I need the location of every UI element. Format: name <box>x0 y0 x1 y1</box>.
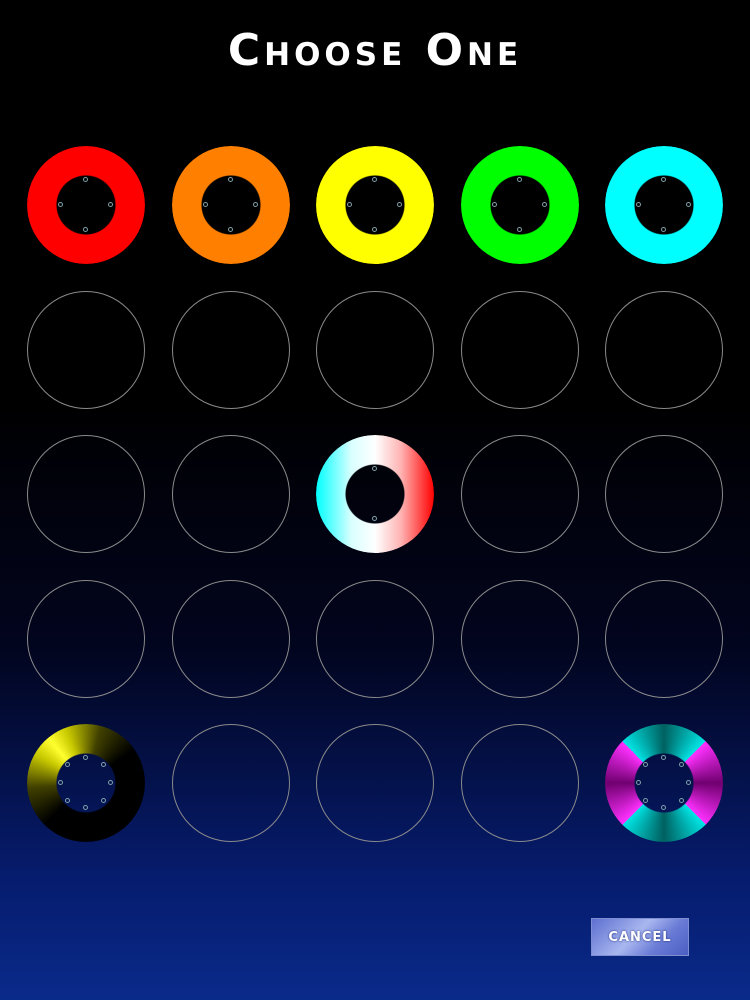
empty-slot[interactable] <box>172 291 290 409</box>
empty-slot[interactable] <box>461 291 579 409</box>
ring-hole-dot <box>65 798 70 803</box>
ring-hole-dot <box>108 202 113 207</box>
ring-hole-dot <box>492 202 497 207</box>
ring-hole-dot <box>101 798 106 803</box>
cyan-ring-icon <box>605 146 723 264</box>
ring-hole-dot <box>83 177 88 182</box>
ring-hole-dot <box>679 798 684 803</box>
ring-hole-dot <box>661 177 666 182</box>
yellow-ring-icon <box>316 146 434 264</box>
red-ring-icon <box>27 146 145 264</box>
empty-slot[interactable] <box>172 580 290 698</box>
empty-slot[interactable] <box>461 435 579 553</box>
green-ring-icon <box>461 146 579 264</box>
ring-hole-dot <box>58 202 63 207</box>
ring-hole-dot <box>83 805 88 810</box>
ring-hole-dot <box>686 202 691 207</box>
empty-slot[interactable] <box>461 724 579 842</box>
ring-hole-dot <box>108 780 113 785</box>
ring-hole-dot <box>372 466 377 471</box>
empty-slot[interactable] <box>461 580 579 698</box>
empty-slot[interactable] <box>605 580 723 698</box>
yellow-fade-ring-icon <box>27 724 145 842</box>
ring-hole-dot <box>517 177 522 182</box>
ring-hole-dot <box>661 805 666 810</box>
empty-slot[interactable] <box>27 435 145 553</box>
ring-hole-dot <box>372 177 377 182</box>
option-green-ring[interactable] <box>461 146 579 264</box>
empty-slot[interactable] <box>27 580 145 698</box>
empty-slot[interactable] <box>605 291 723 409</box>
ring-hole-dot <box>65 762 70 767</box>
ring-hole-dot <box>636 202 641 207</box>
empty-slot[interactable] <box>172 724 290 842</box>
ring-hole-dot <box>636 780 641 785</box>
ring-hole-dot <box>253 202 258 207</box>
ring-hole-dot <box>643 762 648 767</box>
cyan-magenta-ring-icon <box>605 724 723 842</box>
color-option-grid <box>27 146 723 842</box>
ring-hole-dot <box>58 780 63 785</box>
ring-hole-dot <box>228 177 233 182</box>
option-red-ring[interactable] <box>27 146 145 264</box>
ring-hole-dot <box>372 227 377 232</box>
ring-hole-dot <box>542 202 547 207</box>
ring-hole-dot <box>661 755 666 760</box>
option-orange-ring[interactable] <box>172 146 290 264</box>
empty-slot[interactable] <box>316 580 434 698</box>
ring-hole-dot <box>661 227 666 232</box>
empty-slot[interactable] <box>172 435 290 553</box>
ring-hole-dot <box>372 516 377 521</box>
empty-slot[interactable] <box>316 291 434 409</box>
page-title: Choose One <box>227 25 523 76</box>
option-yellow-fade-ring[interactable] <box>27 724 145 842</box>
empty-slot[interactable] <box>316 724 434 842</box>
ring-hole-dot <box>228 227 233 232</box>
ring-hole-dot <box>347 202 352 207</box>
ring-hole-dot <box>83 755 88 760</box>
ring-hole-dot <box>679 762 684 767</box>
ring-hole-dot <box>83 227 88 232</box>
cancel-button[interactable]: CANCEL <box>591 918 689 956</box>
option-yellow-ring[interactable] <box>316 146 434 264</box>
orange-ring-icon <box>172 146 290 264</box>
ring-hole-dot <box>643 798 648 803</box>
gradient-ring-icon <box>316 435 434 553</box>
option-cyan-ring[interactable] <box>605 146 723 264</box>
empty-slot[interactable] <box>605 435 723 553</box>
empty-slot[interactable] <box>27 291 145 409</box>
option-gradient-ring[interactable] <box>316 435 434 553</box>
ring-hole-dot <box>101 762 106 767</box>
ring-hole-dot <box>397 202 402 207</box>
ring-hole-dot <box>686 780 691 785</box>
ring-hole-dot <box>203 202 208 207</box>
option-cyan-magenta-ring[interactable] <box>605 724 723 842</box>
ring-hole-dot <box>517 227 522 232</box>
